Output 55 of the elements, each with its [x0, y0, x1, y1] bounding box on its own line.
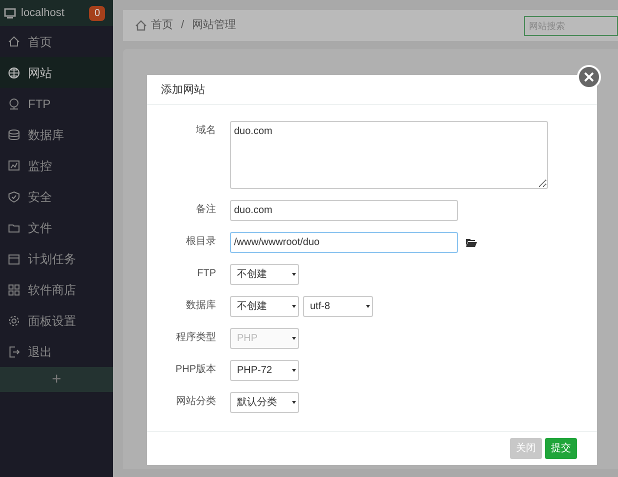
folder-icon[interactable] — [466, 238, 477, 247]
gear-icon — [8, 314, 20, 326]
sidebar-item[interactable]: 安全 — [0, 181, 113, 212]
add-button[interactable]: + — [0, 367, 113, 392]
caret-icon — [292, 337, 296, 340]
notification-badge[interactable]: 0 — [89, 6, 105, 20]
field-label: 程序类型 — [175, 330, 216, 345]
breadcrumb-link[interactable]: 首页 — [151, 17, 173, 34]
home-icon — [8, 36, 20, 48]
home-icon — [135, 20, 147, 31]
domain-textarea[interactable]: duo.com — [230, 121, 548, 189]
caret-icon — [366, 305, 370, 308]
exit-icon — [8, 346, 20, 358]
breadcrumb-separator: / — [181, 18, 184, 34]
field-label: 根目录 — [185, 234, 216, 249]
select-dropdown[interactable]: 不创建 — [230, 264, 299, 285]
field-label: FTP — [196, 267, 216, 281]
network-icon — [8, 98, 20, 110]
field-label: 域名 — [195, 124, 216, 138]
sidebar-item[interactable]: 退出 — [0, 336, 113, 367]
submit-button[interactable]: 提交 — [545, 438, 577, 459]
database-icon — [8, 128, 20, 140]
field-label: 备注 — [195, 202, 216, 217]
globe-icon — [8, 66, 20, 78]
breadcrumb-current: 网站管理 — [192, 18, 236, 34]
host-name: localhost — [21, 6, 66, 21]
sidebar-item[interactable]: FTP — [0, 88, 113, 119]
monitor-icon — [4, 8, 17, 18]
select-dropdown[interactable]: utf-8 — [303, 296, 373, 317]
sidebar-item[interactable]: 软件商店 — [0, 274, 113, 305]
caret-icon — [292, 369, 296, 372]
select-dropdown[interactable]: 不创建 — [230, 296, 299, 317]
caret-icon — [292, 273, 296, 276]
select-dropdown[interactable]: PHP-72 — [230, 360, 299, 381]
close-icon — [584, 72, 594, 82]
grid-icon — [8, 284, 20, 296]
folder-icon — [8, 222, 20, 234]
shield-icon — [8, 190, 20, 202]
field-label: PHP版本 — [174, 362, 216, 377]
sidebar-item[interactable]: 文件 — [0, 212, 113, 243]
select-dropdown[interactable]: 默认分类 — [230, 392, 299, 413]
input-field[interactable]: duo.com — [230, 200, 458, 221]
sidebar-item[interactable]: 数据库 — [0, 119, 113, 150]
sidebar-item[interactable]: 监控 — [0, 150, 113, 181]
field-label: 数据库 — [185, 298, 216, 313]
chart-icon — [8, 160, 20, 172]
sidebar-item[interactable]: 面板设置 — [0, 305, 113, 336]
field-label: 网站分类 — [175, 394, 216, 409]
sidebar-item[interactable]: 首页 — [0, 26, 113, 57]
calendar-icon — [8, 252, 20, 264]
caret-icon — [292, 401, 296, 404]
path-field[interactable]: /www/wwwroot/duo — [230, 232, 458, 253]
sidebar-item[interactable]: 计划任务 — [0, 243, 113, 274]
caret-icon — [292, 305, 296, 308]
sidebar-item[interactable]: 网站 — [0, 57, 113, 88]
